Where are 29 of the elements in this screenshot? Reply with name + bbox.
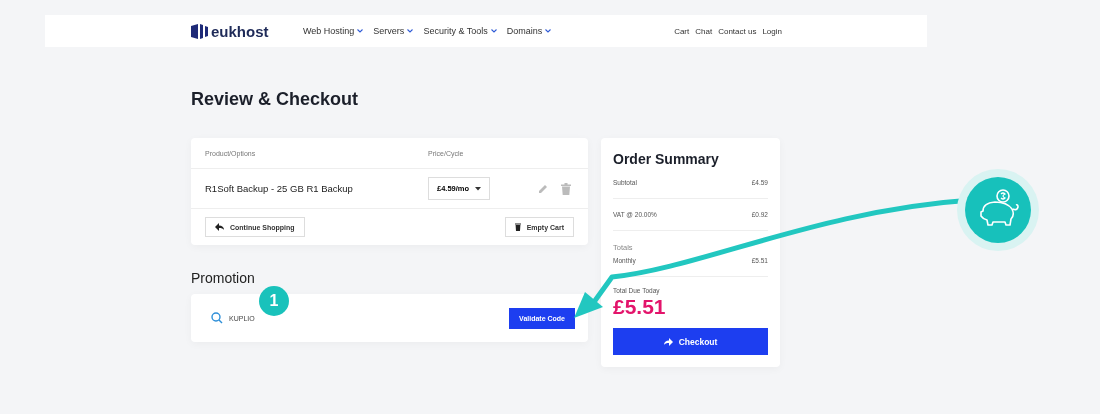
trash-icon: [514, 223, 521, 231]
page-title: Review & Checkout: [191, 89, 360, 110]
search-icon: [211, 312, 223, 324]
checkout-button[interactable]: Checkout: [613, 328, 768, 355]
nav-link[interactable]: Security & Tools: [423, 26, 497, 36]
back-arrow-icon: [215, 223, 224, 231]
header-link[interactable]: Chat: [695, 26, 713, 36]
chevron-icon: [545, 29, 552, 33]
product-name: R1Soft Backup - 25 GB R1 Backup: [205, 183, 354, 194]
nav-link[interactable]: Domains: [506, 26, 552, 36]
chevron-icon: [490, 29, 497, 33]
header-link[interactable]: Cart: [674, 26, 690, 36]
logo-icon: [191, 22, 208, 40]
header-link[interactable]: Login: [762, 26, 782, 36]
piggy-bank-icon: [957, 169, 1039, 251]
due-amount: £5.51: [613, 295, 667, 319]
logo-text[interactable]: eukhost: [211, 22, 269, 40]
summary-title: Order Summary: [613, 151, 720, 167]
chevron-icon: [357, 29, 364, 33]
nav-link[interactable]: Web Hosting: [303, 26, 364, 36]
nav-link[interactable]: Servers: [373, 26, 414, 36]
step-badge: 1: [259, 286, 289, 316]
header-link[interactable]: Contact us: [718, 26, 757, 36]
section-heading: Promotion: [191, 270, 256, 286]
chevron-icon: [407, 29, 414, 33]
edit-icon[interactable]: [538, 182, 549, 194]
arrow-icon: [663, 337, 673, 346]
caret-icon: [475, 186, 482, 191]
trash-icon[interactable]: [561, 182, 571, 195]
